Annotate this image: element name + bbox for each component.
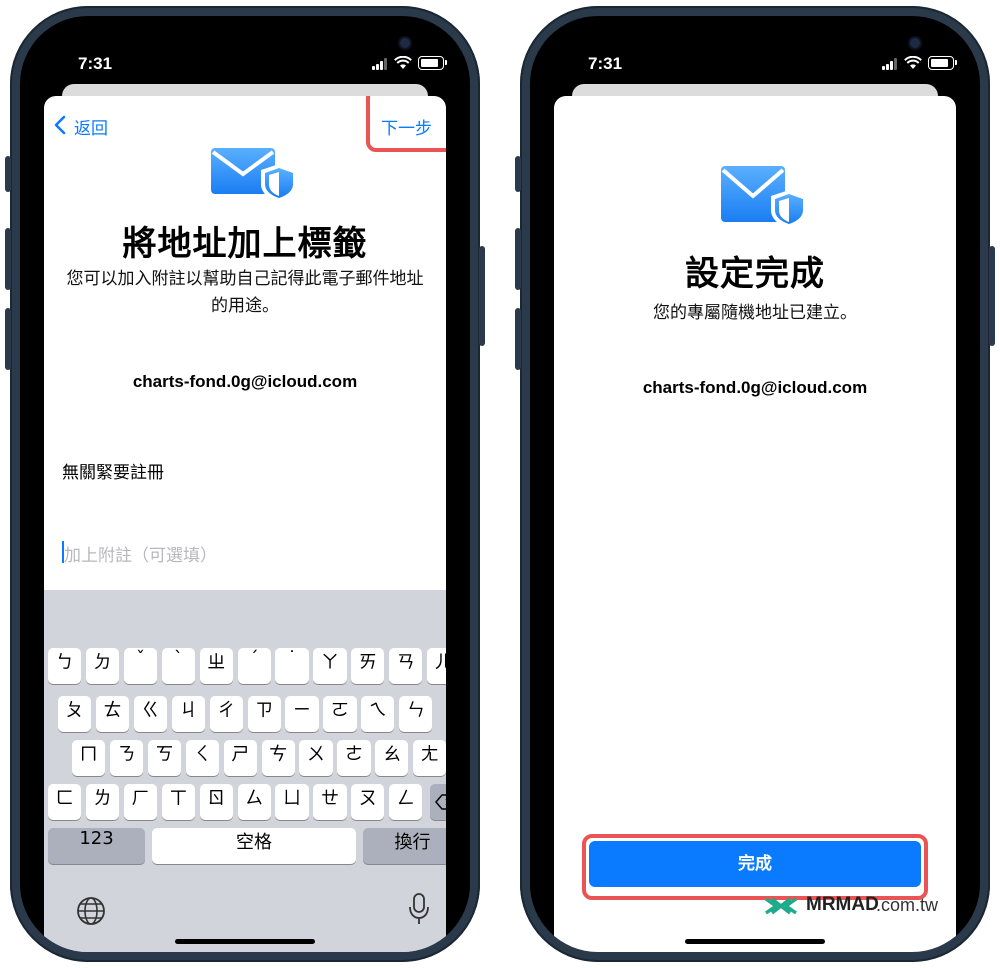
keyboard-key[interactable]: ㄇ	[72, 740, 106, 776]
keyboard-key[interactable]: ㄗ	[247, 696, 281, 732]
keyboard-key[interactable]: ㄉ	[85, 648, 120, 684]
keyboard-key[interactable]: ㄤ	[413, 740, 446, 776]
watermark-domain: .com.tw	[876, 895, 939, 915]
keyboard-key[interactable]: ㄘ	[261, 740, 295, 776]
note-field[interactable]: 加上附註（可選填）	[62, 536, 442, 566]
keyboard-key[interactable]: ˙	[275, 648, 309, 684]
mrmad-logo-icon	[765, 897, 797, 915]
email-address: charts-fond.0g@icloud.com	[642, 378, 868, 397]
keyboard-key[interactable]: ㄑ	[185, 740, 219, 776]
space-key[interactable]: 空格	[152, 828, 356, 864]
keyboard-key[interactable]: ˋ	[161, 648, 195, 684]
keyboard-key[interactable]: ㄩ	[275, 784, 309, 820]
wifi-icon	[394, 56, 412, 69]
chevron-left-icon	[54, 115, 66, 135]
keyboard-key[interactable]: ㄧ	[285, 696, 319, 732]
delete-icon	[435, 794, 446, 810]
keyboard-key[interactable]: ㄜ	[337, 740, 371, 776]
keyboard-key[interactable]: ㄝ	[313, 784, 347, 820]
keyboard-key[interactable]: ˊ	[237, 648, 271, 684]
page-title: 設定完成	[685, 254, 825, 294]
keyboard-key[interactable]: ㄢ	[389, 648, 423, 684]
keyboard-key[interactable]: ㄕ	[223, 740, 257, 776]
keyboard-key[interactable]: ㄎ	[147, 740, 182, 776]
delete-key[interactable]	[430, 784, 446, 820]
front-camera	[400, 38, 410, 48]
keyboard-key[interactable]: ㄦ	[427, 648, 446, 684]
front-camera	[910, 38, 920, 48]
back-label: 返回	[74, 119, 108, 139]
keyboard-key[interactable]: ㄔ	[209, 696, 243, 732]
keyboard-key[interactable]: ㄞ	[351, 648, 385, 684]
battery-icon	[418, 56, 447, 70]
keyboard-key[interactable]: ˇ	[123, 648, 158, 684]
keyboard-key[interactable]: ㄖ	[199, 784, 233, 820]
keyboard-key[interactable]: ㄍ	[133, 696, 168, 732]
return-key[interactable]: 換行	[363, 828, 446, 864]
keyboard-key[interactable]: ㄙ	[237, 784, 271, 820]
keyboard-key[interactable]: ㄥ	[389, 784, 423, 820]
keyboard-key[interactable]: ㄡ	[351, 784, 385, 820]
done-button[interactable]: 完成	[589, 841, 921, 887]
mail-shield-icon	[721, 166, 807, 228]
keyboard-key[interactable]: ㄊ	[95, 696, 130, 732]
keyboard-key[interactable]: ㄋ	[109, 740, 144, 776]
keyboard-key[interactable]: ㄚ	[313, 648, 347, 684]
label-sheet: 返回 下一步 將地址加上標籤 您可以加入附註以幫助自己記得此電子郵件地址的用途。…	[44, 96, 446, 952]
notch	[658, 38, 920, 76]
notch	[148, 38, 410, 76]
wifi-icon	[904, 56, 922, 69]
status-time: 7:31	[588, 54, 623, 73]
bopomofo-keyboard: 123 空格 換行 ㄅㄉ ˇ ˋ ㄓ ˊ ˙ ㄚㄞㄢㄦㄆㄊㄍㄐㄔㄗㄧㄛㄟㄣㄇㄋㄎㄑㄕㄘㄨㄜㄠ…	[44, 590, 446, 952]
status-time: 7:31	[78, 54, 113, 73]
mail-shield-icon	[211, 148, 297, 202]
globe-icon[interactable]	[76, 896, 106, 926]
keyboard-key[interactable]: ㄌ	[85, 784, 120, 820]
cellular-icon	[372, 58, 390, 70]
left-phone: 7:31 返回 下一步 將地址加上標籤 您可以加入附註以幫助自己記得此電子郵件地…	[5, 6, 485, 962]
label-field[interactable]: 無關緊要註冊	[62, 458, 164, 483]
watermark-brand: MRMAD	[806, 894, 879, 915]
microphone-icon[interactable]	[408, 892, 430, 926]
keyboard-key[interactable]: ㄛ	[323, 696, 357, 732]
keyboard-key[interactable]: ㄨ	[299, 740, 333, 776]
keyboard-key[interactable]: ㄒ	[161, 784, 195, 820]
page-title: 將地址加上標籤	[122, 224, 368, 264]
page-description: 您的專屬隨機地址已建立。	[653, 303, 857, 323]
keyboard-key[interactable]: ㄟ	[361, 696, 395, 732]
keyboard-key[interactable]: ㄐ	[171, 696, 205, 732]
keyboard-key[interactable]: ㄆ	[58, 696, 92, 732]
page-description: 您可以加入附註以幫助自己記得此電子郵件地址的用途。	[66, 269, 424, 316]
next-button[interactable]: 下一步	[381, 114, 432, 139]
home-indicator	[685, 939, 825, 944]
keyboard-key[interactable]: ㄈ	[48, 784, 82, 820]
home-indicator	[175, 939, 315, 944]
right-phone: 7:31 設定完成 您的專屬隨機地址已建立。 charts-fond.0g@ic…	[515, 6, 995, 962]
keyboard-key[interactable]: ㄓ	[199, 648, 233, 684]
status-bar: 7:31	[530, 38, 980, 82]
keyboard-key[interactable]: ㄣ	[399, 696, 433, 732]
battery-icon	[928, 56, 957, 70]
email-address: charts-fond.0g@icloud.com	[132, 372, 358, 391]
keyboard-key[interactable]: ㄠ	[375, 740, 409, 776]
keyboard-key[interactable]: ㄏ	[123, 784, 158, 820]
numbers-key[interactable]: 123	[48, 828, 145, 864]
status-bar: 7:31	[20, 38, 470, 82]
left-screen: 7:31 返回 下一步 將地址加上標籤 您可以加入附註以幫助自己記得此電子郵件地…	[20, 16, 470, 952]
cellular-icon	[882, 58, 900, 70]
right-screen: 7:31 設定完成 您的專屬隨機地址已建立。 charts-fond.0g@ic…	[530, 16, 980, 952]
done-sheet: 設定完成 您的專屬隨機地址已建立。 charts-fond.0g@icloud.…	[554, 96, 956, 952]
keyboard-key[interactable]: ㄅ	[48, 648, 82, 684]
note-placeholder: 加上附註（可選填）	[64, 546, 217, 566]
